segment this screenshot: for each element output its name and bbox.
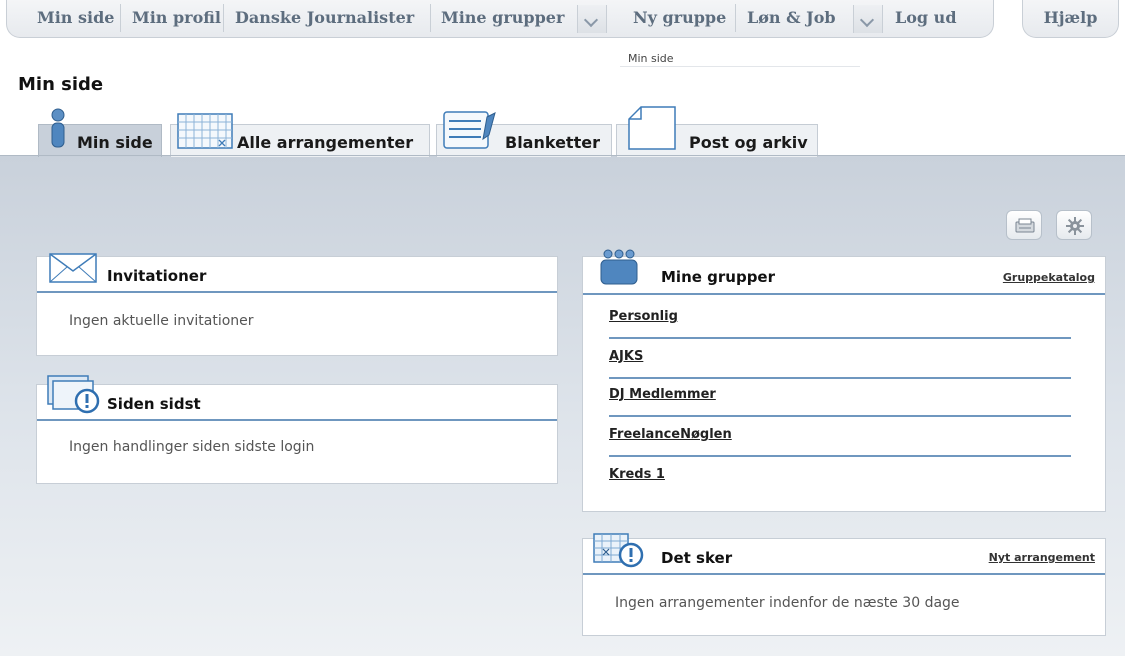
- form-icon: [443, 111, 496, 149]
- group-link-kreds-1[interactable]: Kreds 1: [609, 467, 665, 482]
- nav-min-profil[interactable]: Min profil: [132, 0, 221, 36]
- breadcrumb: Min side: [628, 52, 674, 65]
- events-panel: Det sker Nyt arrangement Ingen arrangeme…: [582, 533, 1106, 636]
- page-title: Min side: [18, 74, 104, 95]
- lon-job-dropdown-button[interactable]: [853, 5, 883, 33]
- since-last-empty-text: Ingen handlinger siden sidste login: [69, 439, 315, 455]
- tab-blanketter[interactable]: Blanketter: [436, 111, 612, 157]
- settings-button[interactable]: [1056, 210, 1092, 240]
- groups-panel: Mine grupper Gruppekatalog Personlig AJK…: [582, 249, 1106, 512]
- since-last-panel: Siden sidst Ingen handlinger siden sidst…: [36, 375, 558, 484]
- print-icon: [1015, 218, 1035, 233]
- list-item: Kreds 1: [609, 457, 1071, 497]
- nav-log-ud[interactable]: Log ud: [895, 0, 957, 36]
- breadcrumb-divider: [620, 66, 860, 67]
- nav-divider: [223, 4, 224, 32]
- calendar-alert-icon: [593, 533, 644, 568]
- tab-label: Blanketter: [505, 133, 600, 152]
- nav-danske-journalister[interactable]: Danske Journalister: [235, 0, 414, 36]
- tab-label: Min side: [77, 133, 153, 152]
- events-empty-text: Ingen arrangementer indenfor de næste 30…: [615, 595, 960, 611]
- calendar-icon: [177, 113, 233, 149]
- alert-window-icon: [47, 375, 100, 414]
- top-navigation: Min side Min profil Danske Journalister …: [6, 0, 994, 38]
- envelope-icon: [49, 253, 97, 283]
- gear-icon: [1066, 217, 1084, 235]
- group-link-dj-medlemmer[interactable]: DJ Medlemmer: [609, 387, 716, 402]
- tab-post-og-arkiv[interactable]: Post og arkiv: [616, 106, 818, 157]
- groups-title: Mine grupper: [661, 268, 776, 286]
- group-link-ajks[interactable]: AJKS: [609, 349, 643, 364]
- nav-min-side[interactable]: Min side: [37, 0, 114, 36]
- events-title: Det sker: [661, 549, 733, 567]
- document-icon: [628, 106, 676, 150]
- tab-alle-arrangementer[interactable]: Alle arrangementer: [170, 113, 430, 157]
- group-icon: [600, 249, 638, 285]
- tab-min-side[interactable]: Min side: [38, 108, 162, 157]
- group-link-personlig[interactable]: Personlig: [609, 309, 678, 324]
- help-button[interactable]: Hjælp: [1022, 0, 1119, 38]
- since-last-title: Siden sidst: [107, 395, 201, 413]
- tab-label: Post og arkiv: [689, 133, 808, 152]
- list-item: FreelanceNøglen: [609, 417, 1071, 457]
- invitations-title: Invitationer: [107, 267, 207, 285]
- nav-divider: [120, 4, 121, 32]
- nav-divider: [430, 4, 431, 32]
- mine-grupper-dropdown-button[interactable]: [577, 5, 607, 33]
- person-icon: [51, 108, 65, 148]
- nav-divider: [735, 4, 736, 32]
- print-button[interactable]: [1006, 210, 1042, 240]
- list-item: DJ Medlemmer: [609, 377, 1071, 417]
- nav-ny-gruppe[interactable]: Ny gruppe: [633, 0, 726, 36]
- tab-label: Alle arrangementer: [237, 133, 414, 152]
- list-item: Personlig: [609, 299, 1071, 339]
- nav-lon-job[interactable]: Løn & Job: [747, 0, 836, 36]
- invitations-empty-text: Ingen aktuelle invitationer: [69, 313, 254, 329]
- tab-strip-divider: [0, 155, 1125, 156]
- list-item: AJKS: [609, 339, 1071, 379]
- group-catalog-link[interactable]: Gruppekatalog: [1003, 271, 1095, 284]
- group-link-freelancenoglen[interactable]: FreelanceNøglen: [609, 427, 732, 442]
- invitations-panel: Invitationer Ingen aktuelle invitationer: [36, 253, 558, 356]
- nav-mine-grupper[interactable]: Mine grupper: [441, 0, 564, 36]
- new-event-link[interactable]: Nyt arrangement: [989, 551, 1095, 564]
